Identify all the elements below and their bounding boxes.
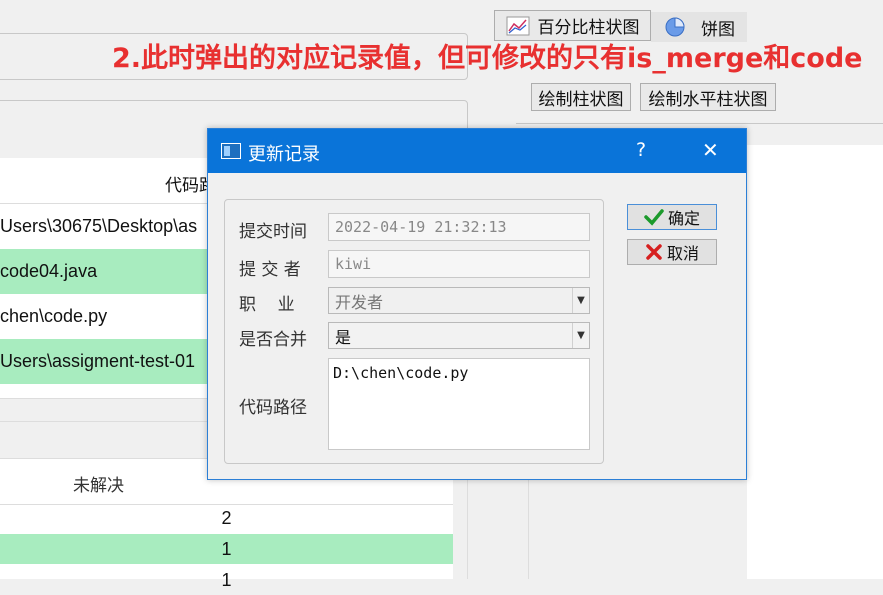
code-path-text: D:\chen\code.py bbox=[333, 364, 469, 382]
stats-cell: 1 bbox=[221, 569, 232, 590]
merge-combobox-value: 是 bbox=[335, 327, 352, 347]
merge-combobox[interactable]: 是 ▼ bbox=[328, 322, 590, 349]
pie-chart-icon bbox=[665, 17, 685, 37]
percent-chart-icon bbox=[506, 16, 529, 35]
chevron-down-icon[interactable]: ▼ bbox=[572, 288, 589, 313]
update-record-dialog: 更新记录 ? ✕ 提交时间 2022-04-19 21:32:13 提 交 者 … bbox=[207, 128, 747, 480]
bar-chart-button[interactable]: 绘制柱状图 bbox=[531, 83, 631, 111]
label-code-path: 代码路径 bbox=[239, 398, 307, 418]
label-submit-time: 提交时间 bbox=[239, 222, 307, 242]
code-path-textarea[interactable]: D:\chen\code.py bbox=[328, 358, 590, 450]
stats-row[interactable]: 1 bbox=[0, 534, 453, 564]
stats-cell: 2 bbox=[221, 507, 232, 528]
table-cell: Users\30675\Desktop\as bbox=[0, 216, 198, 236]
annotation-text: 2.此时弹出的对应记录值，但可修改的只有is_merge和code bbox=[112, 43, 863, 74]
ok-button-label: 确定 bbox=[667, 209, 700, 228]
dialog-title: 更新记录 bbox=[248, 144, 320, 165]
chevron-down-icon[interactable]: ▼ bbox=[572, 323, 589, 348]
label-job: 职 业 bbox=[239, 295, 295, 315]
dialog-titlebar[interactable]: 更新记录 ? ✕ bbox=[208, 129, 746, 173]
chart-canvas bbox=[747, 145, 883, 579]
help-button[interactable]: ? bbox=[636, 139, 646, 161]
job-combobox[interactable]: 开发者 ▼ bbox=[328, 287, 590, 314]
table-cell: code04.java bbox=[0, 261, 98, 281]
horizontal-bar-chart-button[interactable]: 绘制水平柱状图 bbox=[640, 83, 776, 111]
cancel-button-label: 取消 bbox=[666, 244, 699, 263]
column-header-unresolved[interactable]: 未解决 bbox=[73, 471, 124, 496]
submit-time-field[interactable]: 2022-04-19 21:32:13 bbox=[328, 213, 590, 241]
percent-bar-chart-label: 百分比柱状图 bbox=[537, 18, 640, 38]
close-button[interactable]: ✕ bbox=[702, 138, 719, 162]
cancel-button[interactable]: 取消 bbox=[627, 239, 717, 265]
ok-button[interactable]: 确定 bbox=[627, 204, 717, 230]
label-merge: 是否合并 bbox=[239, 330, 307, 350]
table-cell: Users\assigment-test-01 bbox=[0, 351, 196, 371]
cross-icon bbox=[646, 244, 662, 260]
job-combobox-value: 开发者 bbox=[335, 292, 384, 312]
label-committer: 提 交 者 bbox=[239, 260, 301, 280]
window-icon bbox=[221, 143, 241, 159]
stats-row[interactable]: 2 bbox=[0, 503, 453, 533]
stats-row[interactable]: 1 bbox=[0, 565, 453, 595]
chart-panel-divider bbox=[516, 123, 883, 124]
check-icon bbox=[644, 209, 664, 226]
stats-cell: 1 bbox=[221, 538, 232, 559]
bar-chart-label: 绘制柱状图 bbox=[538, 89, 624, 110]
table-cell: chen\code.py bbox=[0, 306, 108, 326]
committer-field[interactable]: kiwi bbox=[328, 250, 590, 278]
horizontal-bar-chart-label: 绘制水平柱状图 bbox=[648, 89, 768, 110]
